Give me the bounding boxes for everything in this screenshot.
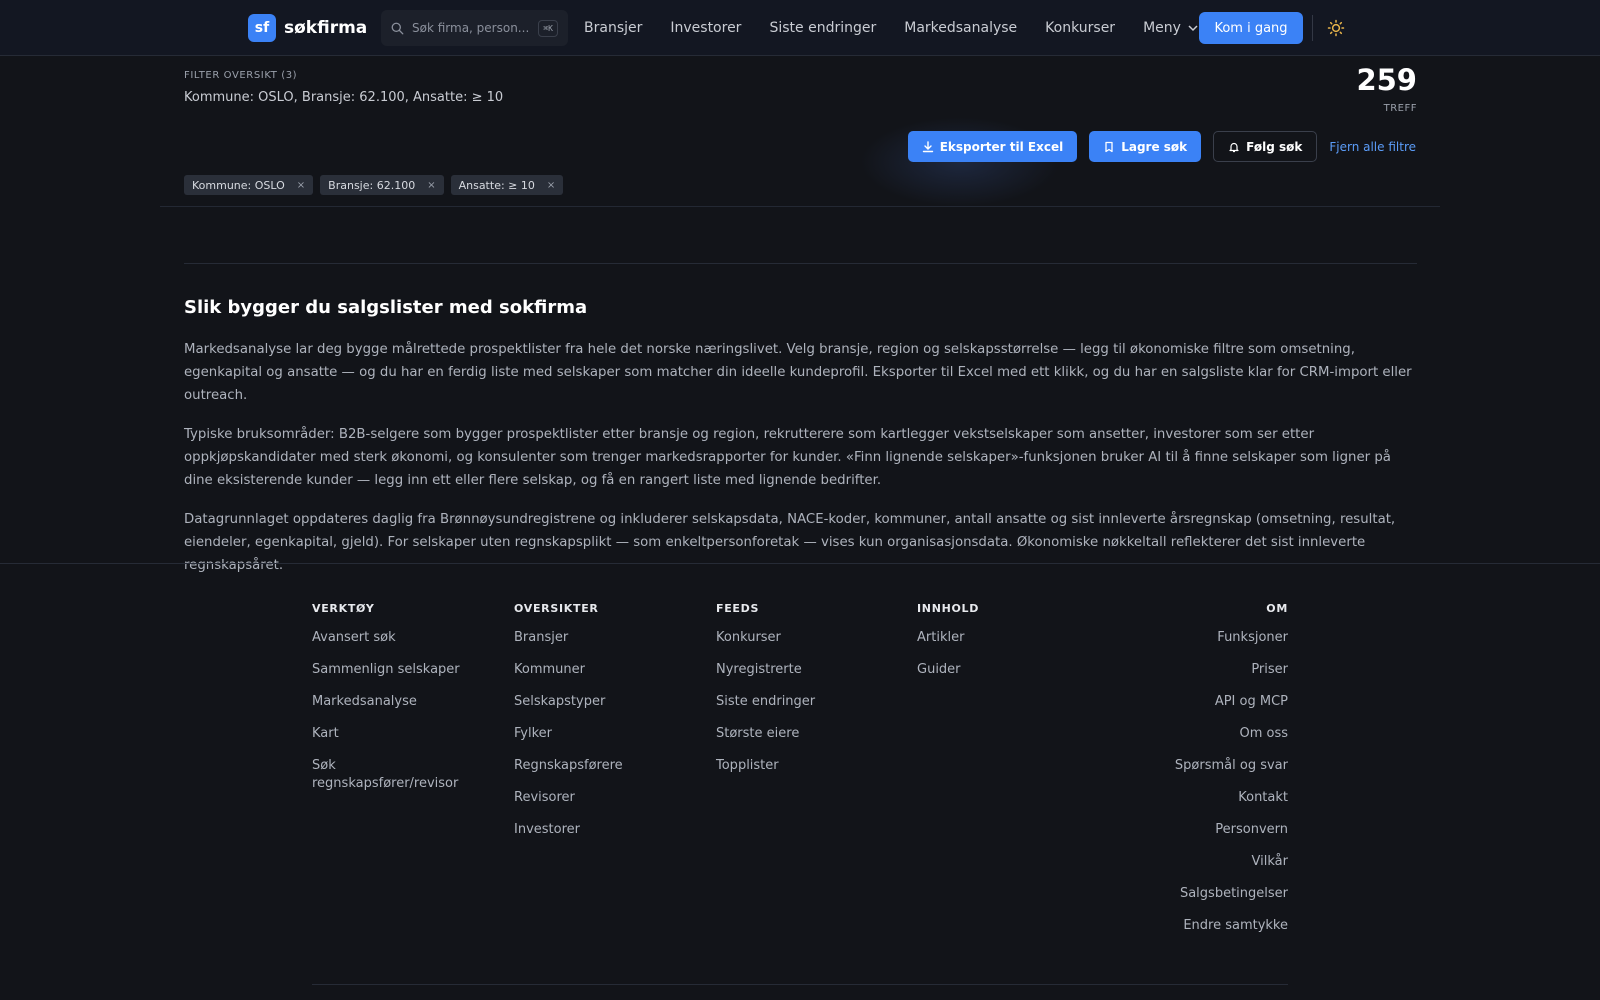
result-count: 259 [1356, 63, 1417, 97]
footer-link[interactable]: Kart [312, 725, 502, 743]
search-icon [391, 22, 404, 34]
footer-column-title: VERKTØY [312, 602, 375, 615]
nav-item-markedsanalyse[interactable]: Markedsanalyse [904, 20, 1017, 36]
footer-link[interactable]: Topplister [716, 757, 906, 775]
save-search-label: Lagre søk [1121, 139, 1188, 154]
filter-overview-title: FILTER OVERSIKT (3) [184, 70, 298, 81]
footer-column-title: FEEDS [716, 602, 760, 615]
footer-link[interactable]: Investorer [514, 821, 704, 839]
logo-text: søkfirma [284, 18, 368, 38]
footer-column-title: OM [1266, 602, 1288, 615]
export-excel-label: Eksporter til Excel [939, 139, 1064, 154]
footer-link[interactable]: Personvern [1112, 821, 1288, 839]
footer-link[interactable]: Endre samtykke [1112, 917, 1288, 935]
footer-link[interactable]: Guider [917, 661, 1107, 679]
footer-link[interactable]: Markedsanalyse [312, 693, 502, 711]
footer-column-verktoy: VERKTØY Avansert søk Sammenlign selskape… [312, 602, 502, 807]
nav-item-meny[interactable]: Meny [1143, 20, 1199, 36]
paragraph-data-source: Datagrunnlaget oppdateres daglig fra Brø… [184, 512, 1396, 573]
footer-link[interactable]: Selskapstyper [514, 693, 704, 711]
remove-filter-icon[interactable]: × [547, 180, 555, 191]
remove-filter-icon[interactable]: × [297, 180, 305, 191]
filter-actions: Eksporter til Excel Lagre søk Følg søk F… [907, 131, 1416, 162]
footer-link[interactable]: Største eiere [716, 725, 906, 743]
footer-link[interactable]: Om oss [1112, 725, 1288, 743]
footer-link[interactable]: Revisorer [514, 789, 704, 807]
footer-link[interactable]: Vilkår [1112, 853, 1288, 871]
footer-link[interactable]: Funksjoner [1112, 629, 1288, 647]
save-search-button[interactable]: Lagre søk [1089, 131, 1202, 162]
top-navigation-bar: sf søkfirma Søk firma, person... ⌘K Bran… [0, 0, 1600, 56]
info-section: Slik bygger du salgslister med sokfirma … [184, 297, 1417, 593]
filter-chip-label: Kommune: OSLO [192, 178, 285, 192]
nav-item-meny-label: Meny [1143, 20, 1181, 36]
filter-chip-ansatte: Ansatte: ≥ 10 × [450, 175, 564, 195]
search-placeholder: Søk firma, person... [412, 21, 530, 35]
footer-link[interactable]: Fylker [514, 725, 704, 743]
footer-column-title: INNHOLD [917, 602, 980, 615]
footer-link[interactable]: Konkurser [716, 629, 906, 647]
section-divider [184, 263, 1417, 264]
paragraph-use-cases: Typiske bruksområder: B2B-selgere som by… [184, 427, 1391, 488]
bookmark-icon [1105, 141, 1113, 152]
footer-link[interactable]: Søk regnskapsfører/revisor [312, 757, 472, 793]
theme-divider [1312, 15, 1313, 41]
filter-chip-label: Ansatte: ≥ 10 [458, 178, 535, 192]
clear-all-filters-link[interactable]: Fjern alle filtre [1329, 140, 1416, 154]
nav-item-konkurser[interactable]: Konkurser [1045, 20, 1115, 36]
footer-link[interactable]: API og MCP [1112, 693, 1288, 711]
logo-badge: sf [248, 14, 276, 42]
nav-item-siste-endringer[interactable]: Siste endringer [769, 20, 876, 36]
footer-link[interactable]: Kontakt [1112, 789, 1288, 807]
footer-link[interactable]: Bransjer [514, 629, 704, 647]
filter-chip-label: Bransje: 62.100 [328, 178, 416, 192]
paragraph-intro: Markedsanalyse lar deg bygge målrettede … [184, 342, 1412, 403]
footer-link[interactable]: Avansert søk [312, 629, 502, 647]
footer-link[interactable]: Salgsbetingelser [1112, 885, 1288, 903]
footer-column-feeds: FEEDS Konkurser Nyregistrerte Siste endr… [716, 602, 906, 789]
footer: VERKTØY Avansert søk Sammenlign selskape… [312, 602, 1288, 952]
footer-link[interactable]: Siste endringer [716, 693, 906, 711]
download-icon [922, 140, 933, 152]
main-nav: Bransjer Investorer Siste endringer Mark… [584, 0, 1228, 56]
footer-link[interactable]: Nyregistrerte [716, 661, 906, 679]
section-heading: Slik bygger du salgslister med sokfirma [184, 297, 588, 318]
footer-link[interactable]: Sammenlign selskaper [312, 661, 502, 679]
get-started-button[interactable]: Kom i gang [1199, 12, 1303, 44]
footer-link[interactable]: Priser [1112, 661, 1288, 679]
result-count-label: TREFF [1383, 103, 1417, 114]
footer-bottom-divider [312, 984, 1288, 985]
active-filter-chips: Kommune: OSLO × Bransje: 62.100 × Ansatt… [184, 175, 564, 195]
follow-search-label: Følg søk [1246, 139, 1303, 154]
nav-item-bransjer[interactable]: Bransjer [584, 20, 642, 36]
nav-item-investorer[interactable]: Investorer [670, 20, 741, 36]
remove-filter-icon[interactable]: × [427, 180, 435, 191]
footer-column-title: OVERSIKTER [514, 602, 599, 615]
filter-chip-bransje: Bransje: 62.100 × [320, 175, 444, 195]
footer-column-innhold: INNHOLD Artikler Guider [917, 602, 1107, 693]
filter-summary: Kommune: OSLO, Bransje: 62.100, Ansatte:… [184, 90, 504, 105]
footer-link[interactable]: Kommuner [514, 661, 704, 679]
footer-column-om: OM Funksjoner Priser API og MCP Om oss S… [1112, 602, 1288, 949]
bell-icon [1229, 142, 1239, 152]
sun-icon[interactable] [1327, 19, 1345, 37]
export-excel-button[interactable]: Eksporter til Excel [907, 131, 1078, 162]
filter-chip-kommune: Kommune: OSLO × [184, 175, 314, 195]
footer-link[interactable]: Spørsmål og svar [1112, 757, 1288, 775]
follow-search-button[interactable]: Følg søk [1213, 131, 1318, 162]
footer-link[interactable]: Artikler [917, 629, 1107, 647]
search-shortcut-hint: ⌘K [538, 19, 558, 37]
footer-divider [0, 563, 1600, 564]
footer-column-oversikter: OVERSIKTER Bransjer Kommuner Selskapstyp… [514, 602, 704, 853]
footer-link[interactable]: Regnskapsførere [514, 757, 704, 775]
logo[interactable]: sf søkfirma [248, 14, 367, 42]
chevron-down-icon [1188, 25, 1198, 32]
search-input[interactable]: Søk firma, person... ⌘K [381, 10, 568, 46]
